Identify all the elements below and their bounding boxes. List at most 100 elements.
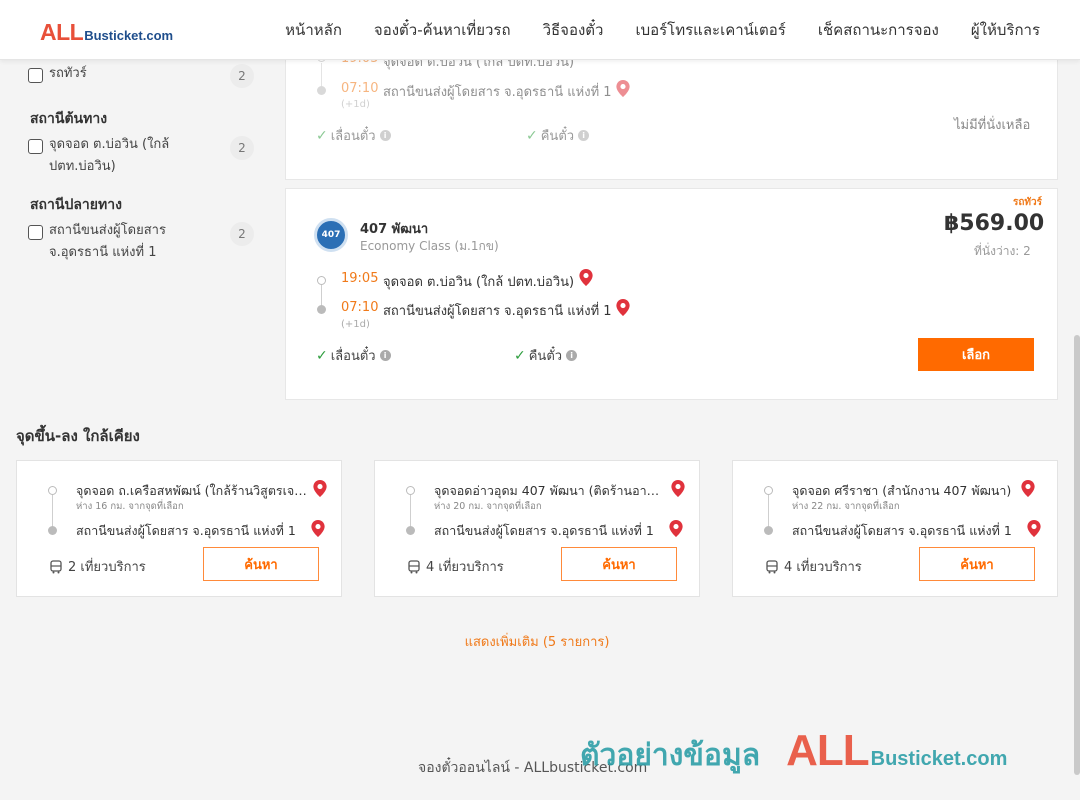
nearby-dest: สถานีขนส่งผู้โดยสาร จ.อุดรธานี แห่งที่ 1 [434, 523, 654, 538]
nav-operators[interactable]: ผู้ให้บริการ [955, 18, 1056, 42]
nearby-card: จุดจอดอ่าวอุดม 407 พัฒนา (ติดร้านอาหาร) … [374, 460, 700, 597]
nav-home[interactable]: หน้าหลัก [269, 18, 358, 42]
arrive-time: 07:10 [341, 300, 379, 315]
nearby-card: จุดจอด ถ.เครือสหพัฒน์ (ใกล้ร้านวิสูตรเจร… [16, 460, 342, 597]
logo-all-text: ALL [40, 19, 84, 45]
trip-top-arrive-time: 07:10 [341, 81, 379, 96]
check-icon: ✓ [526, 127, 538, 144]
watermark-rest: Busticket.com [870, 748, 1008, 770]
trip-top-feature-refund: ✓ คืนตั๋ว i [526, 125, 590, 146]
map-pin-icon[interactable] [616, 80, 630, 97]
origin-dot [406, 486, 415, 495]
watermark-all: ALL [786, 726, 870, 775]
feature-refund: ✓ คืนตั๋ว i [514, 345, 578, 366]
destination-checkbox[interactable] [28, 225, 43, 240]
seats-available: ที่นั่งว่าง: 2 [974, 244, 1031, 258]
feature-change-label: เลื่อนตั๋ว [330, 129, 376, 144]
nearby-search-button[interactable]: ค้นหา [561, 547, 677, 581]
nearby-search-button[interactable]: ค้นหา [203, 547, 319, 581]
dest-dot [48, 526, 57, 535]
dest-dot [764, 526, 773, 535]
company-name: 407 พัฒนา [360, 222, 429, 237]
map-pin-icon[interactable] [1021, 480, 1035, 497]
seat-class: Economy Class (ม.1กข) [360, 239, 499, 253]
nearby-card: จุดจอด ศรีราชา (สำนักงาน 407 พัฒนา) ห่าง… [732, 460, 1058, 597]
nav-check-booking[interactable]: เช็คสถานะการจอง [802, 18, 955, 42]
company-logo: 407 [314, 218, 348, 252]
trip-top-feature-change: ✓ เลื่อนตั๋ว i [316, 125, 391, 146]
nearby-dest: สถานีขนส่งผู้โดยสาร จ.อุดรธานี แห่งที่ 1 [792, 523, 1012, 538]
info-icon[interactable]: i [578, 130, 590, 141]
dest-dot [406, 526, 415, 535]
watermark-thai: ตัวอย่างข้อมูล [580, 738, 761, 773]
page-scrollbar[interactable] [1074, 335, 1080, 775]
bus-type-checkbox[interactable] [28, 68, 43, 83]
map-pin-icon[interactable] [311, 520, 325, 537]
nearby-trips-label: 4 เที่ยวบริการ [426, 560, 504, 575]
nearby-distance: ห่าง 20 กม. จากจุดที่เลือก [434, 501, 542, 512]
trip-top-plus-day: (+1d) [341, 99, 370, 110]
origin-dot [48, 486, 57, 495]
logo-rest-text: Busticket.com [84, 28, 174, 43]
nearby-stop: จุดจอด ศรีราชา (สำนักงาน 407 พัฒนา) [792, 483, 1012, 498]
nearby-distance: ห่าง 22 กม. จากจุดที่เลือก [792, 501, 900, 512]
bus-icon [408, 559, 420, 573]
bus-icon [50, 559, 62, 573]
origin-filter-title: สถานีต้นทาง [30, 111, 108, 127]
check-icon: ✓ [514, 347, 526, 364]
nav-book-search[interactable]: จองตั๋ว-ค้นหาเที่ยวรถ [358, 18, 527, 42]
origin-checkbox[interactable] [28, 139, 43, 154]
feature-change-label: เลื่อนตั๋ว [330, 349, 376, 364]
map-pin-icon[interactable] [579, 269, 593, 286]
site-logo[interactable]: ALL Busticket.com [40, 19, 173, 46]
nearby-trips-label: 2 เที่ยวบริการ [68, 560, 146, 575]
filter-origin[interactable]: จุดจอด ต.บ่อวิน (ใกล้ ปตท.บ่อวิน) [28, 137, 209, 178]
arrive-dot [317, 86, 326, 95]
filter-bus-type[interactable]: รถทัวร์ [28, 66, 209, 85]
trip-price: ฿569.00 [944, 211, 1045, 236]
nearby-stop: จุดจอดอ่าวอุดม 407 พัฒนา (ติดร้านอาหาร) [434, 483, 666, 498]
filter-destination[interactable]: สถานีขนส่งผู้โดยสาร จ.อุดรธานี แห่งที่ 1 [28, 223, 209, 264]
destination-filter-title: สถานีปลายทาง [30, 197, 122, 213]
origin-label: จุดจอด ต.บ่อวิน (ใกล้ ปตท.บ่อวิน) [49, 137, 170, 174]
nearby-trips: 4 เที่ยวบริการ [407, 556, 504, 577]
show-more-link[interactable]: แสดงเพิ่มเติม (5 รายการ) [0, 631, 1074, 652]
bus-icon [766, 559, 778, 573]
nearby-trips: 2 เที่ยวบริการ [49, 556, 146, 577]
destination-label: สถานีขนส่งผู้โดยสาร จ.อุดรธานี แห่งที่ 1 [49, 223, 166, 260]
site-header: ALL Busticket.com หน้าหลัก จองตั๋ว-ค้นหา… [0, 0, 1080, 60]
map-pin-icon[interactable] [671, 480, 685, 497]
nearby-dest: สถานีขนส่งผู้โดยสาร จ.อุดรธานี แห่งที่ 1 [76, 523, 296, 538]
map-pin-icon[interactable] [616, 299, 630, 316]
trip-card: รถทัวร์ 407 407 พัฒนา Economy Class (ม.1… [285, 188, 1058, 400]
nearby-trips-label: 4 เที่ยวบริการ [784, 560, 862, 575]
nearby-stop: จุดจอด ถ.เครือสหพัฒน์ (ใกล้ร้านวิสูตรเจร… [76, 483, 308, 498]
info-icon[interactable]: i [379, 350, 391, 361]
select-trip-button[interactable]: เลือก [918, 338, 1034, 371]
map-pin-icon[interactable] [313, 480, 327, 497]
no-seat-status: ไม่มีที่นั่งเหลือ [954, 118, 1031, 133]
plus-day: (+1d) [341, 319, 370, 330]
nav-how-to-book[interactable]: วิธีจองตั๋ว [527, 18, 620, 42]
info-icon[interactable]: i [566, 350, 578, 361]
bus-type-ribbon: รถทัวร์ [1013, 197, 1043, 208]
nearby-distance: ห่าง 16 กม. จากจุดที่เลือก [76, 501, 184, 512]
map-pin-icon[interactable] [1027, 520, 1041, 537]
info-icon[interactable]: i [379, 130, 391, 141]
nearby-section-title: จุดขึ้น-ลง ใกล้เคียง [16, 427, 140, 445]
trip-card-sold-out: 19:05 จุดจอด ต.บ่อวิน (ใกล้ ปตท.บ่อวิน) … [285, 40, 1058, 180]
bus-type-label: รถทัวร์ [49, 66, 87, 81]
arrive-dot [317, 305, 326, 314]
check-icon: ✓ [316, 347, 328, 364]
map-pin-icon[interactable] [669, 520, 683, 537]
main-nav: หน้าหลัก จองตั๋ว-ค้นหาเที่ยวรถ วิธีจองตั… [269, 0, 1056, 60]
feature-refund-label: คืนตั๋ว [528, 349, 563, 364]
arrive-stop: สถานีขนส่งผู้โดยสาร จ.อุดรธานี แห่งที่ 1 [383, 304, 612, 319]
depart-stop: จุดจอด ต.บ่อวิน (ใกล้ ปตท.บ่อวิน) [383, 275, 575, 290]
feature-refund-label: คืนตั๋ว [540, 129, 575, 144]
nav-contact[interactable]: เบอร์โทรและเคาน์เตอร์ [619, 18, 801, 42]
trip-top-arrive-stop: สถานีขนส่งผู้โดยสาร จ.อุดรธานี แห่งที่ 1 [383, 85, 612, 100]
sample-watermark: ตัวอย่างข้อมูล ALL Busticket.com [580, 726, 1007, 779]
nearby-search-button[interactable]: ค้นหา [919, 547, 1035, 581]
depart-time: 19:05 [341, 271, 379, 286]
